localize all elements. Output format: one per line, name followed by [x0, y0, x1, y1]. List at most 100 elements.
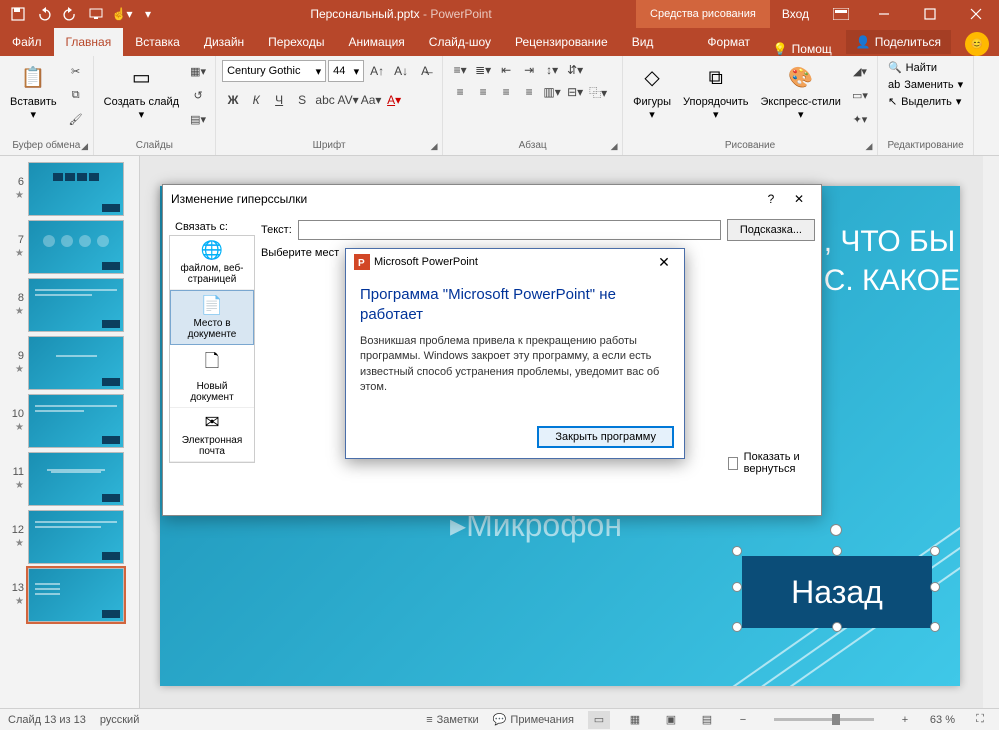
shape-outline-icon[interactable]: ▭▾ [849, 84, 871, 106]
undo-icon[interactable] [32, 2, 56, 26]
smartart-icon[interactable]: ⿻▾ [587, 82, 609, 102]
find-button[interactable]: 🔍Найти [884, 60, 941, 75]
strikethrough-button[interactable]: abc [314, 90, 336, 110]
tab-insert[interactable]: Вставка [123, 28, 192, 56]
quick-styles-button[interactable]: 🎨Экспресс-стили▾ [757, 60, 845, 124]
layout-icon[interactable]: ▦▾ [187, 60, 209, 82]
resize-handle[interactable] [732, 582, 742, 592]
redo-icon[interactable] [58, 2, 82, 26]
zoom-slider[interactable] [774, 718, 874, 721]
decrease-indent-icon[interactable]: ⇤ [495, 60, 517, 80]
arrange-button[interactable]: ⧉Упорядочить▾ [679, 60, 752, 124]
display-text-input[interactable] [298, 220, 721, 240]
tab-view[interactable]: Вид [620, 28, 666, 56]
font-color-icon[interactable]: A▾ [383, 90, 405, 110]
clipboard-dialog-launcher[interactable]: ◢ [79, 140, 91, 152]
vertical-scrollbar[interactable] [983, 156, 999, 708]
font-dialog-launcher[interactable]: ◢ [428, 140, 440, 152]
resize-handle[interactable] [832, 546, 842, 556]
notes-button[interactable]: ≡Заметки [426, 714, 479, 726]
close-button[interactable] [953, 0, 999, 28]
link-type-email[interactable]: ✉Электронная почта [170, 408, 254, 462]
font-name-combo[interactable]: Century Gothic▾ [222, 60, 326, 82]
comments-button[interactable]: 💬Примечания [493, 713, 574, 726]
shape-fill-icon[interactable]: ◢▾ [849, 60, 871, 82]
justify-icon[interactable]: ≡ [518, 82, 540, 102]
underline-button[interactable]: Ч [268, 90, 290, 110]
resize-handle[interactable] [732, 622, 742, 632]
link-type-file-web[interactable]: 🌐файлом, веб-страницей [170, 236, 254, 290]
sorter-view-icon[interactable]: ▦ [624, 711, 646, 729]
save-icon[interactable] [6, 2, 30, 26]
resize-handle[interactable] [832, 622, 842, 632]
align-center-icon[interactable]: ≡ [472, 82, 494, 102]
help-button[interactable]: ? [757, 192, 785, 206]
thumbnail-11[interactable] [28, 452, 124, 506]
shapes-button[interactable]: ◇Фигуры▾ [629, 60, 675, 124]
tab-animations[interactable]: Анимация [336, 28, 416, 56]
thumbnail-9[interactable] [28, 336, 124, 390]
slideshow-view-icon[interactable]: ▤ [696, 711, 718, 729]
increase-indent-icon[interactable]: ⇥ [518, 60, 540, 80]
slide-back-button-shape[interactable]: Назад [742, 556, 932, 628]
sign-in-button[interactable]: Вход [770, 7, 821, 21]
share-button[interactable]: 👤Поделиться [846, 30, 951, 54]
thumbnail-10[interactable] [28, 394, 124, 448]
thumbnail-13[interactable] [28, 568, 124, 622]
tab-file[interactable]: Файл [0, 28, 54, 56]
numbering-icon[interactable]: ≣▾ [472, 60, 494, 80]
tab-design[interactable]: Дизайн [192, 28, 256, 56]
rotate-handle[interactable] [830, 524, 842, 536]
reading-view-icon[interactable]: ▣ [660, 711, 682, 729]
link-type-new-doc[interactable]: 🗋Новый документ [170, 345, 254, 408]
close-icon[interactable]: ✕ [652, 254, 676, 271]
paste-button[interactable]: 📋 Вставить▾ [6, 60, 61, 124]
select-button[interactable]: ↖Выделить ▾ [884, 94, 966, 109]
line-spacing-icon[interactable]: ↕▾ [541, 60, 563, 80]
qat-customize-icon[interactable]: ▾ [136, 2, 160, 26]
cut-icon[interactable]: ✂ [65, 60, 87, 82]
tab-slideshow[interactable]: Слайд-шоу [417, 28, 503, 56]
screentip-button[interactable]: Подсказка... [727, 219, 815, 241]
bold-button[interactable]: Ж [222, 90, 244, 110]
increase-font-icon[interactable]: A↑ [366, 61, 388, 81]
change-case-icon[interactable]: Aa▾ [360, 90, 382, 110]
shadow-button[interactable]: S [291, 90, 313, 110]
hyperlink-dialog-titlebar[interactable]: Изменение гиперссылки ? ✕ [163, 185, 821, 213]
text-direction-icon[interactable]: ⇵▾ [564, 60, 586, 80]
format-painter-icon[interactable]: 🖌 [65, 108, 87, 130]
resize-handle[interactable] [930, 622, 940, 632]
italic-button[interactable]: К [245, 90, 267, 110]
align-right-icon[interactable]: ≡ [495, 82, 517, 102]
bullets-icon[interactable]: ≡▾ [449, 60, 471, 80]
tell-me-search[interactable]: 💡Помощ [763, 42, 842, 56]
drawing-dialog-launcher[interactable]: ◢ [863, 140, 875, 152]
align-left-icon[interactable]: ≡ [449, 82, 471, 102]
tab-format[interactable]: Формат [695, 28, 762, 56]
shape-effects-icon[interactable]: ✦▾ [849, 108, 871, 130]
thumbnail-6[interactable] [28, 162, 124, 216]
section-icon[interactable]: ▤▾ [187, 108, 209, 130]
font-size-combo[interactable]: 44▾ [328, 60, 364, 82]
resize-handle[interactable] [732, 546, 742, 556]
align-text-icon[interactable]: ⊟▾ [564, 82, 586, 102]
zoom-thumb[interactable] [832, 714, 840, 725]
new-slide-button[interactable]: ▭ Создать слайд▾ [100, 60, 183, 124]
thumbnail-12[interactable] [28, 510, 124, 564]
touch-mode-icon[interactable]: ☝▾ [110, 2, 134, 26]
copy-icon[interactable]: ⧉ [65, 84, 87, 106]
resize-handle[interactable] [930, 582, 940, 592]
zoom-level[interactable]: 63 % [930, 714, 955, 726]
slide-thumbnail-panel[interactable]: 6★ 7★ 8★ 9★ 10★ 11★ 12★ 13★ [0, 156, 140, 708]
thumbnail-7[interactable] [28, 220, 124, 274]
tab-transitions[interactable]: Переходы [256, 28, 336, 56]
minimize-button[interactable] [861, 0, 907, 28]
decrease-font-icon[interactable]: A↓ [390, 61, 412, 81]
replace-button[interactable]: abЗаменить ▾ [884, 77, 967, 92]
maximize-button[interactable] [907, 0, 953, 28]
tab-home[interactable]: Главная [54, 28, 124, 56]
clear-formatting-icon[interactable]: A̶ [414, 61, 436, 81]
show-and-return-checkbox[interactable]: Показать и вернуться [728, 451, 821, 475]
close-icon[interactable]: ✕ [785, 192, 813, 206]
feedback-emoji-icon[interactable]: 😊 [965, 32, 989, 56]
